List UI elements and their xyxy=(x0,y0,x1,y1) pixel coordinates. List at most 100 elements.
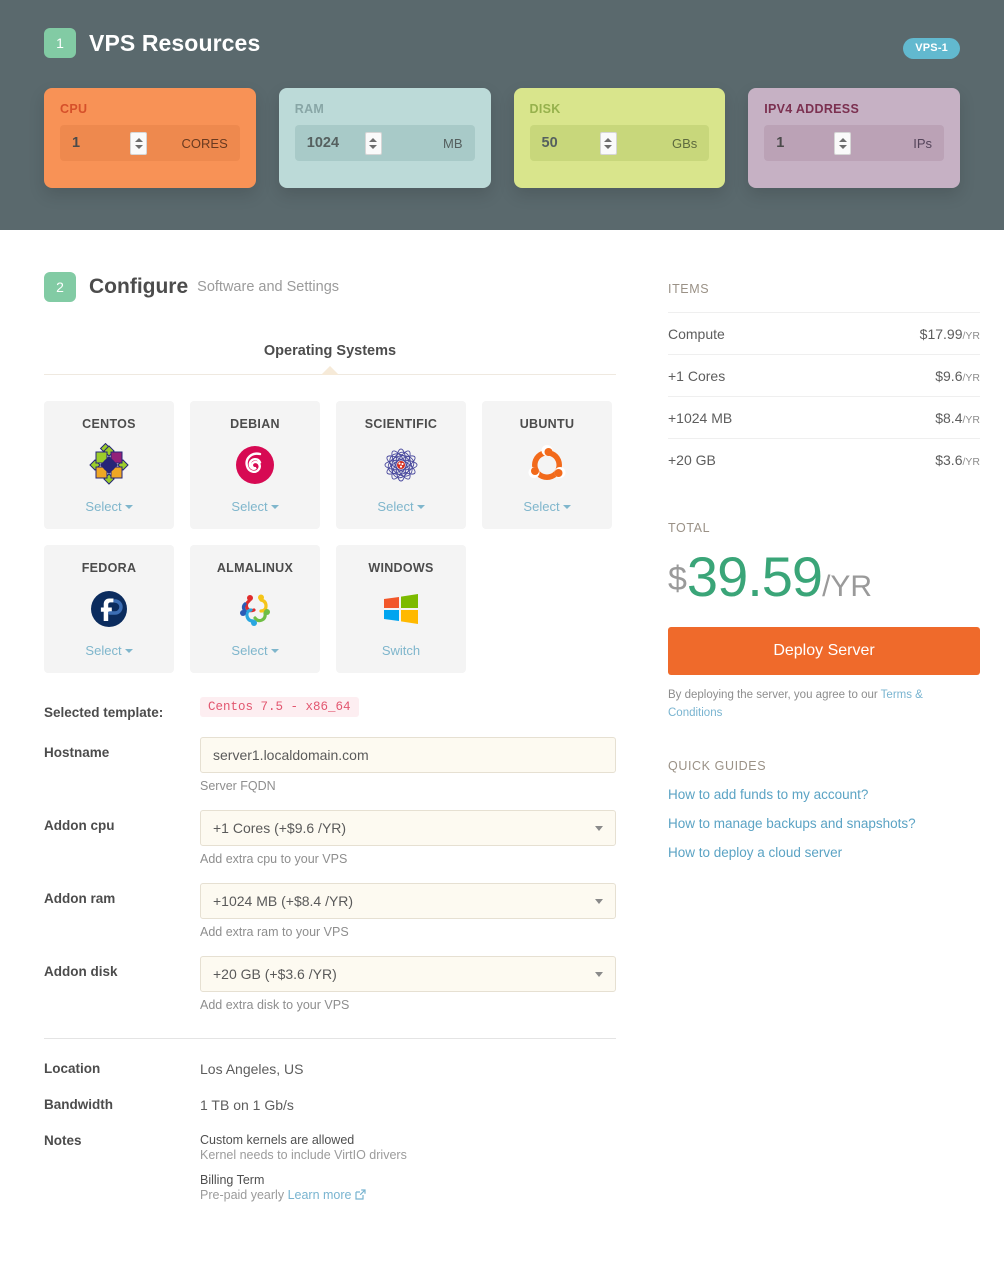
ubuntu-logo xyxy=(525,439,569,491)
item-price-value: $3.6 xyxy=(935,452,963,468)
addon-cpu-select[interactable]: +1 Cores (+$9.6 /YR) xyxy=(200,810,616,846)
label-bandwidth: Bandwidth xyxy=(44,1097,113,1112)
os-select-scientific[interactable]: Select xyxy=(377,499,425,514)
label-addon-disk: Addon disk xyxy=(44,964,118,979)
value-location: Los Angeles, US xyxy=(200,1061,304,1077)
item-name: +20 GB xyxy=(668,452,716,468)
items-table: Compute $17.99/YR +1 Cores $9.6/YR +1024… xyxy=(668,312,980,481)
label-selected-template: Selected template: xyxy=(44,705,164,720)
cpu-spinner-icon[interactable] xyxy=(130,131,147,155)
row-notes: Notes Custom kernels are allowed Kernel … xyxy=(44,1133,616,1203)
addon-disk-value: +20 GB (+$3.6 /YR) xyxy=(213,966,337,982)
resource-card-ram: RAM 1024 MB xyxy=(278,88,491,188)
os-card-scientific[interactable]: SCIENTIFIC Select xyxy=(336,401,466,529)
os-select-label: Select xyxy=(231,499,268,514)
terms-notice: By deploying the server, you agree to ou… xyxy=(668,687,980,723)
configure-column: 2 Configure Software and Settings Operat… xyxy=(0,230,660,1280)
addon-ram-value: +1024 MB (+$8.4 /YR) xyxy=(213,893,354,909)
quick-guide-link[interactable]: How to manage backups and snapshots? xyxy=(668,816,980,831)
os-select-fedora[interactable]: Select xyxy=(85,643,133,658)
os-card-almalinux[interactable]: ALMALINUX Select xyxy=(190,545,320,673)
os-card-centos[interactable]: CENTOS Select xyxy=(44,401,174,529)
addon-ram-select[interactable]: +1024 MB (+$8.4 /YR) xyxy=(200,883,616,919)
cpu-value: 1 xyxy=(72,135,81,151)
step-1-badge: 1 xyxy=(44,28,76,58)
almalinux-logo xyxy=(233,583,277,635)
chevron-down-icon xyxy=(270,505,279,509)
os-name-scientific: SCIENTIFIC xyxy=(364,417,438,431)
total-amount: 39.59 xyxy=(686,545,823,608)
item-name: Compute xyxy=(668,325,725,342)
os-card-ubuntu[interactable]: UBUNTU Select xyxy=(482,401,612,529)
row-addon-disk: Addon disk +20 GB (+$3.6 /YR) Add extra … xyxy=(44,956,616,1012)
quick-guide-link[interactable]: How to add funds to my account? xyxy=(668,787,980,802)
item-price-value: $17.99 xyxy=(919,325,963,342)
deploy-server-button[interactable]: Deploy Server xyxy=(668,627,980,675)
items-heading: ITEMS xyxy=(668,282,710,296)
chevron-down-icon xyxy=(416,505,425,509)
os-select-almalinux[interactable]: Select xyxy=(231,643,279,658)
ram-stepper[interactable]: 1024 MB xyxy=(294,125,475,161)
external-link-icon xyxy=(354,1189,366,1203)
os-select-centos[interactable]: Select xyxy=(85,499,133,514)
tab-operating-systems[interactable]: Operating Systems xyxy=(264,343,396,359)
row-bandwidth: Bandwidth 1 TB on 1 Gb/s xyxy=(44,1097,616,1113)
item-price-period: /YR xyxy=(962,413,980,426)
resource-card-disk: DISK 50 GBs xyxy=(513,88,726,188)
resource-label-ram: RAM xyxy=(294,102,325,116)
os-name-windows: WINDOWS xyxy=(368,561,434,575)
row-addon-ram: Addon ram +1024 MB (+$8.4 /YR) Add extra… xyxy=(44,883,616,939)
os-select-ubuntu[interactable]: Select xyxy=(523,499,571,514)
windows-logo xyxy=(378,583,424,635)
ipv4-stepper[interactable]: 1 IPs xyxy=(764,125,944,161)
vps-instance-tag[interactable]: VPS-1 xyxy=(903,38,960,59)
addon-cpu-value: +1 Cores (+$9.6 /YR) xyxy=(213,820,347,836)
centos-logo xyxy=(87,439,131,491)
configure-subtitle: Software and Settings xyxy=(197,279,340,295)
addon-disk-select[interactable]: +20 GB (+$3.6 /YR) xyxy=(200,956,616,992)
disk-stepper[interactable]: 50 GBs xyxy=(529,125,710,161)
selected-template-badge: Centos 7.5 - x86_64 xyxy=(200,697,359,717)
item-row: Compute $17.99/YR xyxy=(668,313,980,355)
chevron-down-icon xyxy=(595,825,603,831)
label-addon-ram: Addon ram xyxy=(44,891,116,906)
os-select-debian[interactable]: Select xyxy=(231,499,279,514)
ram-value: 1024 xyxy=(306,135,340,151)
configure-title: Configure xyxy=(89,275,189,298)
os-select-label: Select xyxy=(523,499,560,514)
terms-prefix: By deploying the server, you agree to ou… xyxy=(668,689,881,701)
disk-spinner-icon[interactable] xyxy=(599,131,617,155)
item-price: $9.6/YR xyxy=(935,368,980,384)
quick-guide-link[interactable]: How to deploy a cloud server xyxy=(668,845,980,860)
ram-unit: MB xyxy=(443,135,463,151)
ipv4-spinner-icon[interactable] xyxy=(834,131,852,155)
os-select-label: Select xyxy=(377,499,414,514)
note-billing-desc-row: Pre-paid yearly Learn more xyxy=(200,1188,407,1203)
fedora-logo xyxy=(87,583,131,635)
ram-spinner-icon[interactable] xyxy=(364,131,382,155)
os-grid: CENTOS Select DEBIAN Select SCIENTIFIC S… xyxy=(44,401,616,673)
os-switch-windows[interactable]: Switch xyxy=(382,643,420,658)
os-name-fedora: FEDORA xyxy=(81,561,137,575)
item-name: +1024 MB xyxy=(668,409,733,426)
os-card-fedora[interactable]: FEDORA Select xyxy=(44,545,174,673)
item-name: +1 Cores xyxy=(668,367,726,384)
label-location: Location xyxy=(44,1061,101,1076)
os-select-label: Select xyxy=(85,643,122,658)
cpu-stepper[interactable]: 1 CORES xyxy=(60,125,240,161)
os-tabstrip: Operating Systems xyxy=(44,342,616,375)
os-select-label: Switch xyxy=(381,643,421,658)
item-price: $8.4/YR xyxy=(935,410,980,426)
tab-active-caret-icon xyxy=(321,366,339,375)
item-price-period: /YR xyxy=(962,329,980,342)
hostname-input[interactable]: server1.localdomain.com xyxy=(200,737,616,773)
learn-more-link[interactable]: Learn more xyxy=(288,1188,352,1202)
resource-card-cpu: CPU 1 CORES xyxy=(44,88,256,188)
disk-value: 50 xyxy=(541,135,558,151)
note-kernels-title: Custom kernels are allowed xyxy=(200,1133,355,1147)
os-card-windows[interactable]: WINDOWS Switch xyxy=(336,545,466,673)
debian-logo xyxy=(233,439,277,491)
os-card-debian[interactable]: DEBIAN Select xyxy=(190,401,320,529)
cpu-unit: CORES xyxy=(181,135,228,151)
total-period: /YR xyxy=(822,570,873,603)
